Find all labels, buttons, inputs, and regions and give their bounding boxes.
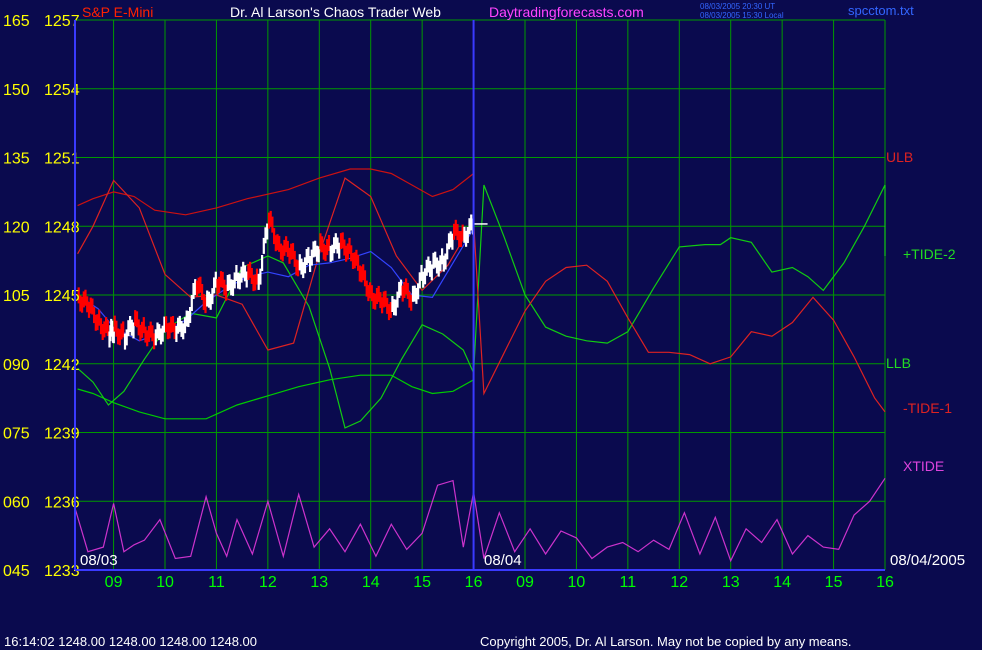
y-tick-label-left: 060 [3, 494, 30, 511]
series-label-ulb: ULB [886, 149, 913, 165]
x-tick-label: 11 [208, 574, 225, 591]
date-label-mid: 08/04 [484, 552, 522, 569]
series-label-xtide: XTIDE [903, 458, 944, 474]
x-tick-label: 13 [310, 574, 328, 591]
date-label-start: 08/03 [80, 552, 118, 569]
chart-title: Dr. Al Larson's Chaos Trader Web [230, 4, 441, 20]
series-label-tide2: +TIDE-2 [903, 246, 956, 262]
price-bar [261, 255, 264, 271]
y-tick-label-left: 120 [3, 219, 30, 236]
y-tick-label-left: 165 [3, 13, 30, 30]
y-tick-label-left: 090 [3, 357, 30, 374]
y-tick-label-left: 045 [3, 563, 30, 580]
copyright-notice: Copyright 2005, Dr. Al Larson. May not b… [480, 634, 851, 649]
x-tick-label: 09 [516, 574, 534, 591]
date-label-end: 08/04/2005 [890, 552, 965, 569]
x-tick-label: 11 [620, 574, 637, 591]
y-tick-label-left: 105 [3, 288, 30, 305]
series-label-llb: LLB [886, 355, 911, 371]
quote-readout: 16:14:02 1248.00 1248.00 1248.00 1248.00 [4, 634, 257, 649]
series-label-tide1: -TIDE-1 [903, 400, 952, 416]
x-tick-label: 12 [259, 574, 277, 591]
y-tick-label-left: 075 [3, 426, 30, 443]
x-tick-label: 12 [670, 574, 688, 591]
x-tick-label: 14 [773, 574, 791, 591]
filename-label: spcctom.txt [848, 3, 914, 18]
x-tick-label: 10 [156, 574, 174, 591]
y-tick-label-left: 135 [3, 151, 30, 168]
timestamp-local: 08/03/2005 15:30 Local [700, 11, 784, 20]
y-tick-label-left: 150 [3, 82, 30, 99]
x-tick-label: 16 [876, 574, 894, 591]
x-tick-label: 15 [825, 574, 843, 591]
x-tick-label: 14 [362, 574, 380, 591]
x-tick-label: 10 [568, 574, 586, 591]
site-label: Daytradingforecasts.com [489, 4, 644, 20]
x-tick-label: 15 [413, 574, 431, 591]
x-tick-label: 09 [105, 574, 123, 591]
chart: 165 1257150 1254135 1251120 1248105 1245090 12… [0, 0, 982, 650]
timestamp-ut: 08/03/2005 20:30 UT [700, 2, 775, 11]
instrument-label: S&P E-Mini [82, 4, 153, 20]
x-tick-label: 13 [722, 574, 740, 591]
x-tick-label: 16 [465, 574, 483, 591]
